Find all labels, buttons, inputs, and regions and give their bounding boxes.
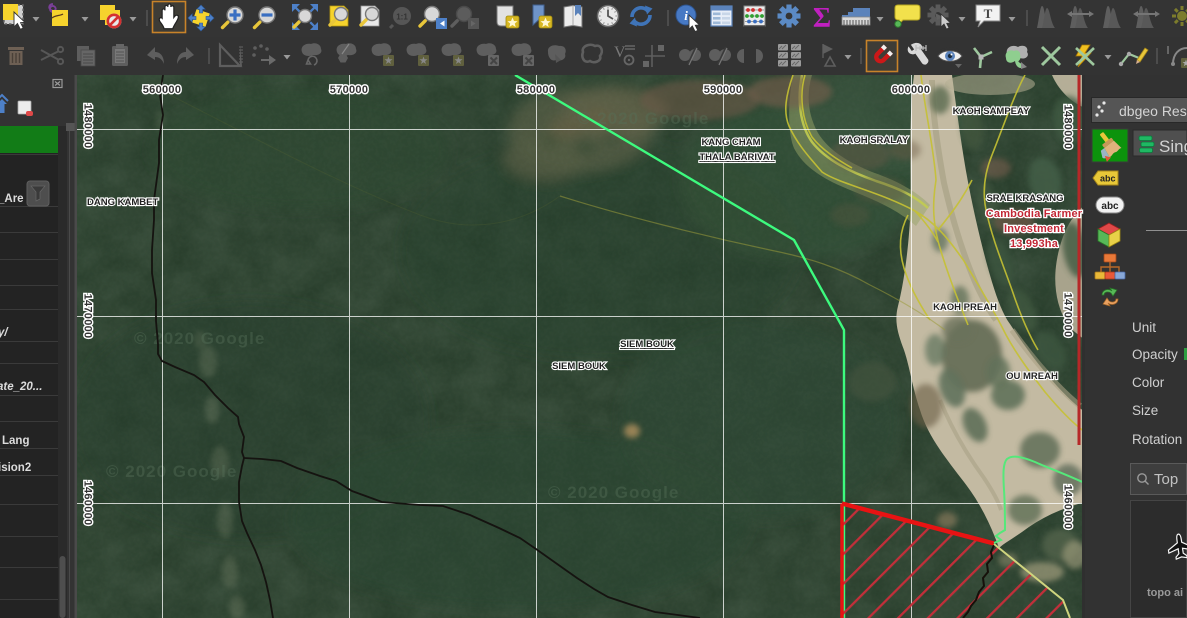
svg-text:570000: 570000 [330, 84, 369, 96]
svg-text:SRAE KRASANG: SRAE KRASANG [986, 193, 1063, 204]
svg-text:abc: abc [1100, 174, 1116, 184]
svg-text:Lang: Lang [2, 435, 29, 447]
svg-text:OU MREAH: OU MREAH [1006, 371, 1058, 382]
svg-text:Rotation: Rotation [1132, 432, 1182, 447]
svg-text:Σ: Σ [813, 3, 831, 34]
svg-text:Unit: Unit [1132, 320, 1156, 335]
svg-text:580000: 580000 [517, 84, 556, 96]
svg-text:SIEM BOUK: SIEM BOUK [552, 361, 606, 372]
svg-text:© 2020 Google: © 2020 Google [106, 462, 237, 481]
svg-text:1460000: 1460000 [82, 481, 94, 526]
svg-text:DANG KAMBET: DANG KAMBET [87, 197, 158, 208]
svg-text:ision2: ision2 [0, 462, 31, 474]
svg-text:1470000: 1470000 [1062, 293, 1074, 338]
svg-text:Investment: Investment [1004, 223, 1064, 235]
svg-text:abc: abc [1101, 201, 1119, 212]
svg-text:Color: Color [1132, 375, 1165, 390]
svg-text:560000: 560000 [143, 84, 182, 96]
svg-text:ate_20...: ate_20... [0, 381, 42, 393]
svg-text:Cambodia Farmer: Cambodia Farmer [986, 208, 1083, 220]
svg-text:1480000: 1480000 [1062, 105, 1074, 150]
svg-text:1:1: 1:1 [396, 13, 408, 22]
svg-text:_Are: _Are [0, 193, 24, 205]
svg-text:Top: Top [1154, 471, 1178, 488]
svg-text:KAOH SRALAY: KAOH SRALAY [840, 135, 909, 146]
svg-text:i: i [684, 8, 688, 23]
svg-text:SIEM BOUK: SIEM BOUK [620, 339, 674, 350]
svg-text:Sing: Sing [1159, 137, 1187, 156]
svg-text:dbgeo Res: dbgeo Res [1119, 103, 1187, 119]
svg-text:KAOH PREAH: KAOH PREAH [933, 302, 997, 313]
svg-text:13,993ha: 13,993ha [1010, 238, 1059, 250]
svg-text:© 2020 Google: © 2020 Google [548, 483, 679, 502]
svg-text:Opacity: Opacity [1132, 347, 1178, 362]
svg-text:590000: 590000 [704, 84, 743, 96]
svg-text:THALA BARIVAT: THALA BARIVAT [699, 152, 774, 163]
svg-text:topo ai: topo ai [1147, 587, 1183, 599]
svg-text:KANG CHAM: KANG CHAM [701, 137, 760, 148]
svg-text:Size: Size [1132, 403, 1158, 418]
svg-text:1460000: 1460000 [1062, 485, 1074, 530]
svg-text:1470000: 1470000 [82, 294, 94, 339]
svg-text:1480000: 1480000 [82, 104, 94, 149]
svg-text:KAOH SAMPEAY: KAOH SAMPEAY [953, 106, 1030, 117]
svg-text:T: T [984, 6, 993, 21]
svg-text:© 2020 Google: © 2020 Google [134, 329, 265, 348]
svg-text:600000: 600000 [892, 84, 931, 96]
